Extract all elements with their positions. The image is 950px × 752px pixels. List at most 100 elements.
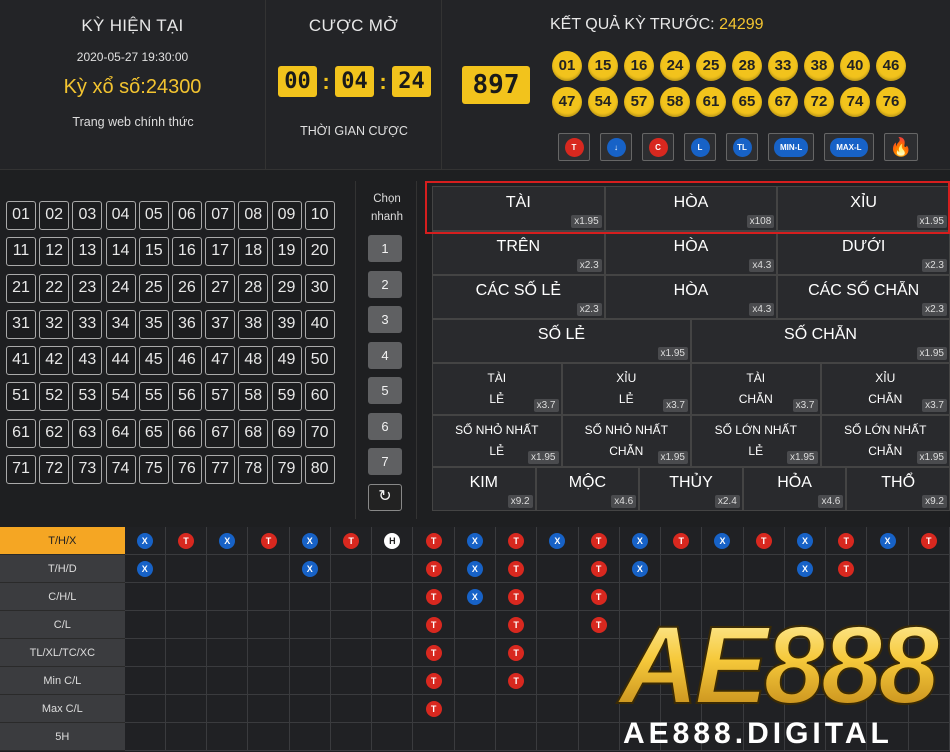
quick-pick-button[interactable]: 1 xyxy=(368,235,402,262)
history-tab-7[interactable]: 5H xyxy=(0,723,125,751)
number-cell[interactable]: 72 xyxy=(39,455,70,485)
number-cell[interactable]: 18 xyxy=(238,237,269,267)
number-cell[interactable]: 23 xyxy=(72,273,103,303)
number-cell[interactable]: 49 xyxy=(271,346,302,376)
number-cell[interactable]: 08 xyxy=(238,201,269,230)
number-cell[interactable]: 01 xyxy=(6,201,36,230)
bet-option-row5-0[interactable]: TÀI LẺ x3.7 xyxy=(432,363,562,415)
number-cell[interactable]: 65 xyxy=(138,418,169,448)
fire-button[interactable]: 🔥 xyxy=(883,133,918,161)
bet-option-row1-2[interactable]: XỈU x1.95 xyxy=(777,186,950,231)
number-cell[interactable]: 55 xyxy=(138,382,169,412)
quick-pick-button[interactable]: 5 xyxy=(368,377,402,404)
number-cell[interactable]: 50 xyxy=(304,346,335,376)
number-cell[interactable]: 71 xyxy=(6,455,36,485)
bet-option-row6-0[interactable]: SỐ NHỎ NHẤT LẺ x1.95 xyxy=(432,415,562,467)
quick-pick-button[interactable]: 7 xyxy=(368,448,402,475)
number-cell[interactable]: 03 xyxy=(72,201,103,230)
bet-option-row7-2[interactable]: THỦY x2.4 xyxy=(639,467,743,511)
number-cell[interactable]: 09 xyxy=(271,201,302,230)
l-circle-button[interactable]: L xyxy=(684,133,716,161)
bet-option-row4-1[interactable]: SỐ CHẴN x1.95 xyxy=(691,319,950,363)
bet-option-row7-1[interactable]: MỘC x4.6 xyxy=(535,467,640,511)
number-cell[interactable]: 32 xyxy=(39,309,70,339)
number-cell[interactable]: 02 xyxy=(39,201,70,230)
number-cell[interactable]: 19 xyxy=(271,237,302,267)
number-cell[interactable]: 42 xyxy=(39,346,70,376)
bet-option-row7-0[interactable]: KIM x9.2 xyxy=(432,467,536,511)
number-cell[interactable]: 07 xyxy=(205,201,236,230)
bet-option-row1-0[interactable]: TÀI x1.95 xyxy=(432,186,605,231)
number-cell[interactable]: 31 xyxy=(6,309,36,339)
number-cell[interactable]: 22 xyxy=(39,273,70,303)
number-cell[interactable]: 44 xyxy=(105,346,136,376)
max-l-button[interactable]: MAX-L xyxy=(824,133,874,161)
number-cell[interactable]: 60 xyxy=(304,382,335,412)
quick-pick-button[interactable]: 3 xyxy=(368,306,402,333)
bet-option-row2-2[interactable]: DƯỚI x2.3 xyxy=(777,231,950,275)
quick-pick-button[interactable]: 2 xyxy=(368,270,402,298)
number-cell[interactable]: 29 xyxy=(271,273,302,303)
number-cell[interactable]: 61 xyxy=(6,418,36,448)
number-cell[interactable]: 54 xyxy=(105,382,136,412)
bet-option-row5-1[interactable]: XỈU LẺ x3.7 xyxy=(561,363,691,415)
history-tab-0[interactable]: T/H/X xyxy=(0,527,125,555)
number-cell[interactable]: 64 xyxy=(105,418,136,448)
number-cell[interactable]: 15 xyxy=(138,237,169,267)
number-cell[interactable]: 47 xyxy=(205,346,236,376)
history-tab-6[interactable]: Max C/L xyxy=(0,695,125,723)
number-cell[interactable]: 53 xyxy=(72,382,103,412)
number-cell[interactable]: 51 xyxy=(6,382,36,412)
number-cell[interactable]: 12 xyxy=(39,237,70,267)
number-cell[interactable]: 73 xyxy=(72,455,103,485)
number-cell[interactable]: 04 xyxy=(105,201,136,230)
number-cell[interactable]: 39 xyxy=(271,309,302,339)
bet-option-row2-0[interactable]: TRÊN x2.3 xyxy=(432,231,605,275)
quick-pick-button[interactable]: 4 xyxy=(368,341,402,369)
number-cell[interactable]: 70 xyxy=(304,418,335,448)
number-cell[interactable]: 35 xyxy=(138,309,169,339)
number-cell[interactable]: 28 xyxy=(238,273,269,303)
number-cell[interactable]: 25 xyxy=(138,273,169,303)
bet-option-row7-3[interactable]: HỎA x4.6 xyxy=(742,467,847,511)
number-cell[interactable]: 68 xyxy=(238,418,269,448)
number-cell[interactable]: 20 xyxy=(304,237,335,267)
number-cell[interactable]: 67 xyxy=(205,418,236,448)
number-cell[interactable]: 52 xyxy=(39,382,70,412)
number-cell[interactable]: 66 xyxy=(171,418,202,448)
number-cell[interactable]: 76 xyxy=(171,455,202,485)
c-circle-button[interactable]: C xyxy=(642,133,674,161)
number-cell[interactable]: 43 xyxy=(72,346,103,376)
number-cell[interactable]: 06 xyxy=(171,201,202,230)
number-cell[interactable]: 27 xyxy=(205,273,236,303)
number-cell[interactable]: 10 xyxy=(304,201,335,230)
number-cell[interactable]: 41 xyxy=(6,346,36,376)
number-cell[interactable]: 37 xyxy=(205,309,236,339)
history-tab-2[interactable]: C/H/L xyxy=(0,583,125,611)
bet-option-row3-2[interactable]: CÁC SỐ CHẴN x2.3 xyxy=(777,275,950,319)
quick-pick-button[interactable]: 6 xyxy=(368,412,402,440)
number-cell[interactable]: 57 xyxy=(205,382,236,412)
number-cell[interactable]: 79 xyxy=(271,455,302,485)
number-cell[interactable]: 33 xyxy=(72,309,103,339)
down-arrow-button[interactable]: ↓ xyxy=(600,133,632,161)
number-cell[interactable]: 24 xyxy=(105,273,136,303)
number-cell[interactable]: 21 xyxy=(6,273,36,303)
number-cell[interactable]: 13 xyxy=(72,237,103,267)
number-cell[interactable]: 58 xyxy=(238,382,269,412)
number-cell[interactable]: 38 xyxy=(238,309,269,339)
bet-option-row6-2[interactable]: SỐ LỚN NHẤT LẺ x1.95 xyxy=(691,415,821,467)
number-cell[interactable]: 36 xyxy=(171,309,202,339)
bet-option-row6-1[interactable]: SỐ NHỎ NHẤT CHẴN x1.95 xyxy=(561,415,691,467)
number-cell[interactable]: 14 xyxy=(105,237,136,267)
number-cell[interactable]: 16 xyxy=(171,237,202,267)
number-cell[interactable]: 45 xyxy=(138,346,169,376)
bet-option-row2-1[interactable]: HÒA x4.3 xyxy=(604,231,778,275)
number-cell[interactable]: 40 xyxy=(304,309,335,339)
number-cell[interactable]: 11 xyxy=(6,237,36,267)
number-cell[interactable]: 78 xyxy=(238,455,269,485)
history-tab-4[interactable]: TL/XL/TC/XC xyxy=(0,639,125,667)
number-cell[interactable]: 34 xyxy=(105,309,136,339)
t-circle-button[interactable]: T xyxy=(558,133,590,161)
bet-option-row6-3[interactable]: SỐ LỚN NHẤT CHẴN x1.95 xyxy=(820,415,950,467)
